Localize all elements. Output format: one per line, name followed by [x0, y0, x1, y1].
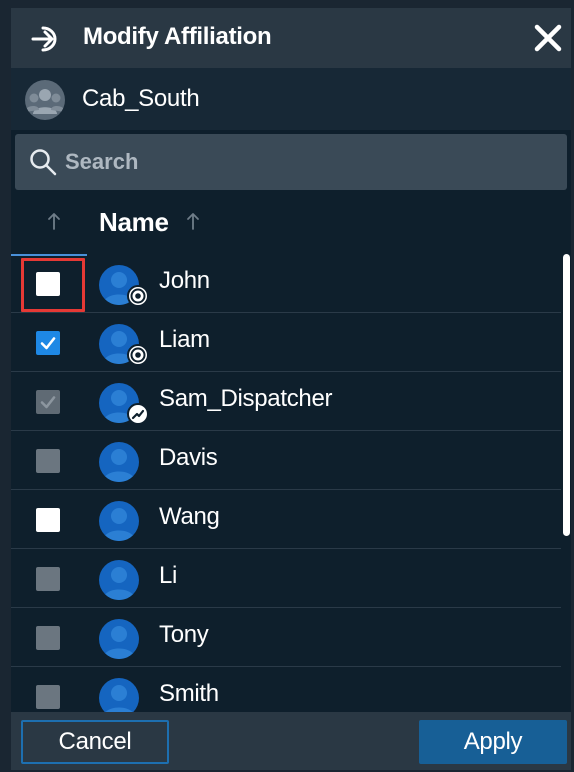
user-list: John Liam Sam_Dispatcher Davis Wang Li Tony Smi… [11, 254, 561, 712]
modify-affiliation-panel: Modify Affiliation Cab_South Search Name… [11, 8, 571, 770]
radio-badge-icon [127, 344, 149, 366]
user-name: Li [159, 562, 178, 589]
user-name: Wang [159, 503, 220, 530]
user-avatar-icon [99, 442, 139, 482]
user-name: John [159, 267, 210, 294]
checkbox-area[interactable] [23, 378, 81, 424]
name-column-header[interactable]: Name [99, 204, 169, 240]
user-checkbox [36, 567, 60, 591]
user-checkbox [36, 626, 60, 650]
apply-button[interactable]: Apply [419, 720, 567, 764]
panel-footer: Cancel Apply [11, 712, 571, 770]
user-avatar-icon [99, 501, 139, 541]
user-checkbox[interactable] [36, 331, 60, 355]
list-item[interactable]: Liam [11, 313, 561, 372]
sort-ascending-icon[interactable] [186, 212, 200, 230]
panel-header: Modify Affiliation [11, 8, 571, 68]
radio-badge-icon [127, 285, 149, 307]
page-title: Modify Affiliation [83, 23, 272, 50]
search-input[interactable] [65, 144, 545, 180]
checkbox-area[interactable] [23, 437, 81, 483]
user-checkbox [36, 449, 60, 473]
list-item[interactable]: Tony [11, 608, 561, 667]
user-avatar-icon [99, 678, 139, 712]
list-item[interactable]: Li [11, 549, 561, 608]
list-item[interactable]: Davis [11, 431, 561, 490]
user-checkbox [36, 685, 60, 709]
user-checkbox [36, 390, 60, 414]
scrollbar[interactable] [561, 254, 571, 712]
checkbox-area[interactable] [23, 496, 81, 542]
user-name: Sam_Dispatcher [159, 385, 333, 412]
scrollbar-thumb[interactable] [563, 254, 570, 536]
checkbox-area[interactable] [21, 258, 85, 312]
checkbox-area[interactable] [23, 614, 81, 660]
checkbox-area[interactable] [23, 319, 81, 365]
checkbox-area[interactable] [23, 673, 81, 712]
user-name: Liam [159, 326, 210, 353]
user-checkbox[interactable] [36, 272, 60, 296]
user-name: Tony [159, 621, 209, 648]
sort-arrow-icon[interactable] [47, 212, 61, 230]
user-checkbox[interactable] [36, 508, 60, 532]
close-icon[interactable] [531, 21, 565, 55]
user-name: Davis [159, 444, 218, 471]
user-avatar-icon [99, 560, 139, 600]
list-item[interactable]: Wang [11, 490, 561, 549]
user-avatar-icon [99, 619, 139, 659]
list-item[interactable]: Smith [11, 667, 561, 712]
column-header: Name [11, 200, 571, 246]
list-item[interactable]: John [11, 254, 561, 313]
group-row: Cab_South [11, 68, 571, 130]
group-name: Cab_South [82, 85, 200, 112]
user-name: Smith [159, 680, 219, 707]
link-badge-icon [127, 403, 149, 425]
group-icon [25, 80, 65, 120]
search-icon [29, 148, 57, 176]
cancel-button[interactable]: Cancel [21, 720, 169, 764]
sign-in-icon [31, 24, 65, 54]
checkbox-area[interactable] [23, 555, 81, 601]
search-box [15, 134, 567, 190]
list-item[interactable]: Sam_Dispatcher [11, 372, 561, 431]
